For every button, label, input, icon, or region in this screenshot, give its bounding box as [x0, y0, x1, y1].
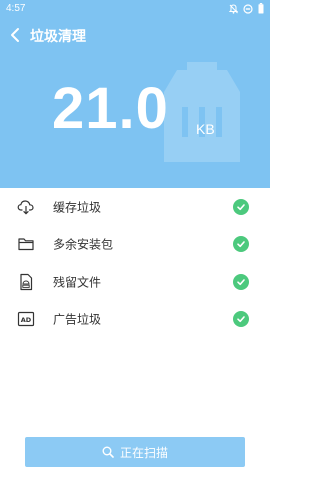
notifications-off-icon [229, 3, 238, 14]
status-bar: 4:57 [0, 0, 270, 18]
ad-icon: AD [17, 312, 35, 327]
junk-size-value: 21.0 [52, 76, 169, 141]
battery-icon [258, 3, 264, 14]
list-item-ad-junk[interactable]: AD 广告垃圾 [0, 301, 270, 339]
junk-size-unit: KB [196, 121, 215, 137]
status-icons [229, 3, 264, 14]
list-item-cache-junk[interactable]: 缓存垃圾 [0, 188, 270, 226]
title-bar: 垃圾清理 [0, 20, 270, 50]
page-title: 垃圾清理 [30, 29, 86, 45]
list-item-label: 多余安装包 [53, 237, 114, 252]
junk-category-list: 缓存垃圾 多余安装包 残留文件 AD 广告垃圾 [0, 188, 270, 338]
folder-icon [18, 238, 34, 251]
list-item-residual-files[interactable]: 残留文件 [0, 263, 270, 301]
scan-button-label: 正在扫描 [119, 445, 168, 460]
check-icon[interactable] [233, 198, 249, 215]
cloud-download-icon [17, 200, 34, 215]
scan-button[interactable]: 正在扫描 [25, 437, 245, 467]
list-item-extra-packages[interactable]: 多余安装包 [0, 226, 270, 264]
check-icon[interactable] [233, 236, 249, 253]
svg-text:AD: AD [21, 316, 32, 324]
back-arrow-icon [11, 28, 19, 42]
check-icon[interactable] [233, 311, 249, 328]
apk-file-icon [20, 273, 33, 290]
junk-clean-screen: 4:57 垃圾清理 21.0 KB 缓存垃圾 多余安装包 残留文件 AD 广告垃… [0, 0, 270, 480]
check-icon[interactable] [233, 273, 249, 290]
list-item-label: 缓存垃圾 [53, 200, 102, 215]
list-item-label: 残留文件 [53, 275, 102, 290]
hero-header: 4:57 垃圾清理 21.0 KB [0, 0, 270, 188]
search-icon [102, 446, 114, 458]
back-button[interactable] [8, 25, 26, 45]
list-item-label: 广告垃圾 [53, 312, 102, 327]
do-not-disturb-icon [243, 3, 253, 14]
status-time: 4:57 [6, 3, 26, 14]
